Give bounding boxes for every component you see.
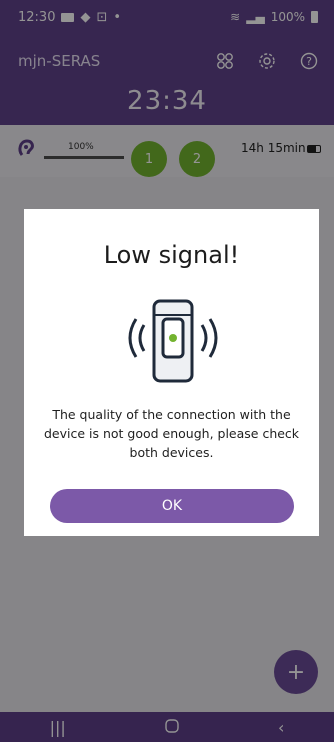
ok-button[interactable]: OK	[50, 489, 294, 523]
scrim-nav	[0, 712, 334, 742]
scrim-top	[0, 0, 334, 125]
low-signal-dialog: Low signal! The quality of the connectio…	[24, 209, 319, 536]
device-signal-icon	[120, 295, 224, 385]
dialog-message: The quality of the connection with the d…	[43, 407, 300, 460]
dialog-title: Low signal!	[103, 241, 240, 269]
